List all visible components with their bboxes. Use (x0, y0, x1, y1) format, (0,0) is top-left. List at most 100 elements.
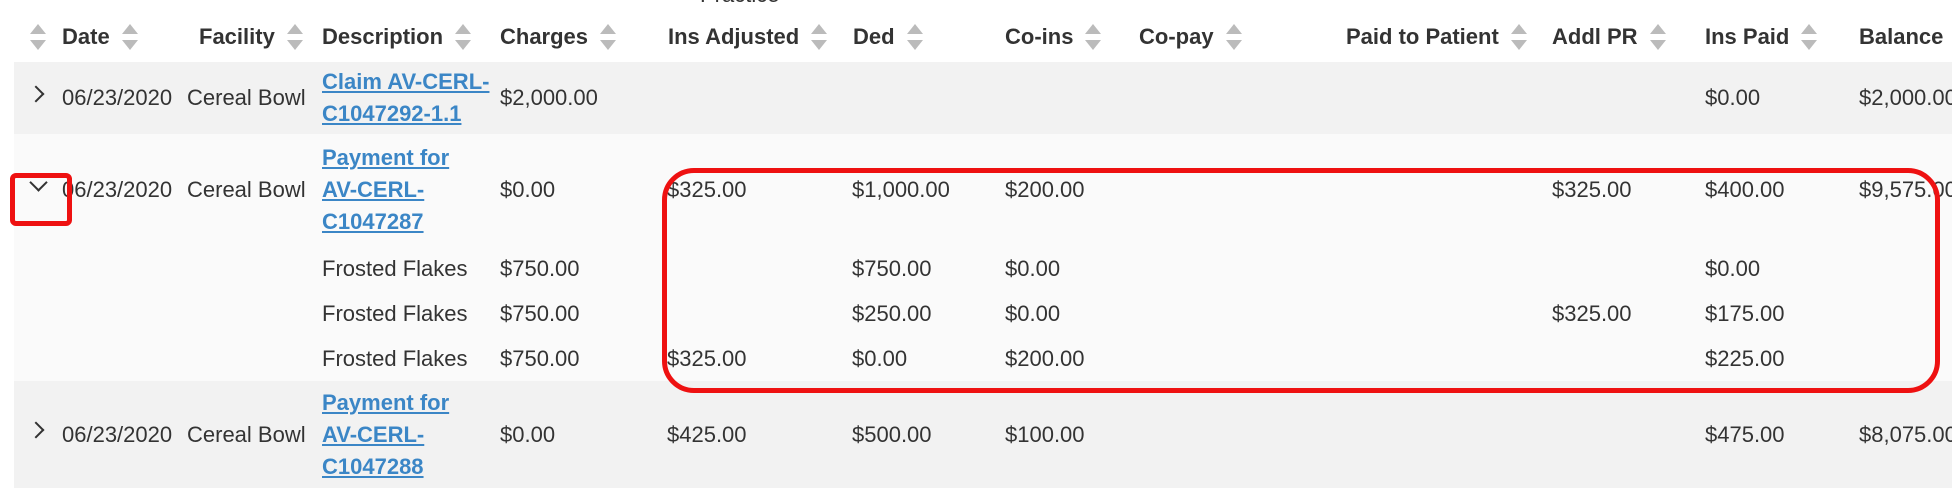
link-line: Claim AV-CERL- (322, 69, 490, 94)
column-header-label: Ins Paid (1705, 24, 1790, 49)
column-header-addl-pr[interactable]: Addl PR (1552, 12, 1705, 62)
cell-description: Frosted Flakes (322, 336, 500, 381)
table-row-detail: Frosted Flakes $750.00 $250.00 $0.00 $32… (14, 291, 1952, 336)
cell-description: Claim AV-CERL- C1047292-1.1 (322, 62, 500, 134)
expand-column-header[interactable] (14, 12, 62, 62)
sort-icon[interactable] (121, 24, 138, 50)
cell-copay (1139, 336, 1346, 381)
cell-ins-adjusted: $325.00 (667, 134, 852, 246)
cell-coins: $0.00 (1005, 246, 1139, 291)
payment-link[interactable]: Payment for AV-CERL- C1047287 (322, 142, 500, 238)
cell-balance (1859, 291, 1952, 336)
expand-toggle[interactable] (14, 381, 62, 488)
chevron-down-icon[interactable] (24, 172, 52, 200)
column-header-ins-adjusted[interactable]: Ins Adjusted (667, 12, 852, 62)
chevron-right-icon[interactable] (24, 80, 52, 108)
cell-description: Frosted Flakes (322, 291, 500, 336)
table-row-detail: Frosted Flakes $750.00 $750.00 $0.00 $0.… (14, 246, 1952, 291)
table-row: 06/23/2020 Cereal Bowl Claim AV-CERL- C10… (14, 62, 1952, 134)
cell-description: Frosted Flakes (322, 246, 500, 291)
sort-icon[interactable] (1085, 24, 1102, 50)
cell-empty (62, 336, 187, 381)
sort-icon[interactable] (600, 24, 617, 50)
cell-copay (1139, 381, 1346, 488)
link-line: C1047287 (322, 209, 424, 234)
cell-ins-paid: $0.00 (1705, 246, 1859, 291)
column-header-paid-to-patient[interactable]: Paid to Patient (1346, 12, 1552, 62)
table-row-detail: Frosted Flakes $750.00 $325.00 $0.00 $20… (14, 336, 1952, 381)
cell-date: 06/23/2020 (62, 134, 187, 246)
sort-icon[interactable] (455, 24, 472, 50)
column-header-ins-paid[interactable]: Ins Paid (1705, 12, 1859, 62)
cell-ins-paid: $400.00 (1705, 134, 1859, 246)
cell-facility: Cereal Bowl (187, 62, 322, 134)
column-header-label: Date (62, 24, 110, 49)
cell-empty (14, 336, 62, 381)
cell-balance (1859, 246, 1952, 291)
link-line: Payment for (322, 145, 450, 170)
cell-empty (14, 246, 62, 291)
cell-coins: $200.00 (1005, 336, 1139, 381)
column-header-label: Ded (853, 24, 895, 49)
cell-ins-paid: $475.00 (1705, 381, 1859, 488)
link-line: Payment for (322, 389, 450, 415)
cell-ded: $0.00 (852, 336, 1005, 381)
cell-ded: $750.00 (852, 246, 1005, 291)
sort-icon[interactable] (1649, 24, 1666, 50)
collapse-toggle[interactable] (14, 134, 62, 246)
cell-copay (1139, 62, 1346, 134)
cell-description: Payment for AV-CERL- C1047287 (322, 134, 500, 246)
ledger-table: Date Facility Description Charges Ins Ad… (14, 12, 1952, 488)
cell-addl-pr: $325.00 (1552, 291, 1705, 336)
cell-ded: $500.00 (852, 381, 1005, 488)
table-row: 06/23/2020 Cereal Bowl Payment for AV-CER… (14, 381, 1952, 488)
chevron-right-icon[interactable] (24, 416, 52, 444)
cell-ins-paid: $225.00 (1705, 336, 1859, 381)
cell-ins-adjusted: $325.00 (667, 336, 852, 381)
link-line: AV-CERL- (322, 177, 425, 202)
column-header-ded[interactable]: Ded (852, 12, 1005, 62)
cell-copay (1139, 291, 1346, 336)
cell-coins: $100.00 (1005, 381, 1139, 488)
sort-icon[interactable] (1510, 24, 1527, 50)
column-header-label: Addl PR (1552, 24, 1638, 49)
column-header-facility[interactable]: Facility (187, 12, 322, 62)
column-header-coins[interactable]: Co-ins (1005, 12, 1139, 62)
claim-link[interactable]: Claim AV-CERL- C1047292-1.1 (322, 66, 500, 130)
expand-toggle[interactable] (14, 62, 62, 134)
cell-empty (187, 246, 322, 291)
sort-icon[interactable] (1225, 24, 1242, 50)
cell-balance (1859, 336, 1952, 381)
column-header-label: Co-ins (1005, 24, 1074, 49)
cell-paid-to-patient (1346, 62, 1552, 134)
column-header-description[interactable]: Description (322, 12, 500, 62)
cell-charges: $0.00 (500, 134, 667, 246)
sort-icon[interactable] (1801, 24, 1818, 50)
payment-link[interactable]: Payment for AV-CERL- C1047288 (322, 387, 500, 483)
cell-ins-adjusted: $425.00 (667, 381, 852, 488)
sort-icon[interactable] (811, 24, 828, 50)
cell-ins-adjusted (667, 246, 852, 291)
sort-icon[interactable] (286, 24, 303, 50)
link-line: AV-CERL- (322, 421, 425, 447)
column-header-balance[interactable]: Balance (1859, 12, 1952, 62)
cell-balance: $9,575.00 (1859, 134, 1952, 246)
column-header-label: Charges (500, 24, 589, 49)
sort-icon[interactable] (906, 24, 923, 50)
cell-ins-paid: $0.00 (1705, 62, 1859, 134)
cell-charges: $0.00 (500, 381, 667, 488)
cell-copay (1139, 246, 1346, 291)
cell-paid-to-patient (1346, 134, 1552, 246)
cell-paid-to-patient (1346, 291, 1552, 336)
column-header-copay[interactable]: Co-pay (1139, 12, 1346, 62)
column-header-date[interactable]: Date (62, 12, 187, 62)
cell-empty (62, 246, 187, 291)
cell-paid-to-patient (1346, 246, 1552, 291)
cell-balance: $8,075.00 (1859, 381, 1952, 488)
sort-icon[interactable] (30, 24, 46, 50)
link-line: C1047292-1.1 (322, 101, 462, 126)
column-header-charges[interactable]: Charges (500, 12, 667, 62)
table-header-row: Date Facility Description Charges Ins Ad… (14, 12, 1952, 62)
cell-ded (852, 62, 1005, 134)
cell-charges: $2,000.00 (500, 62, 667, 134)
